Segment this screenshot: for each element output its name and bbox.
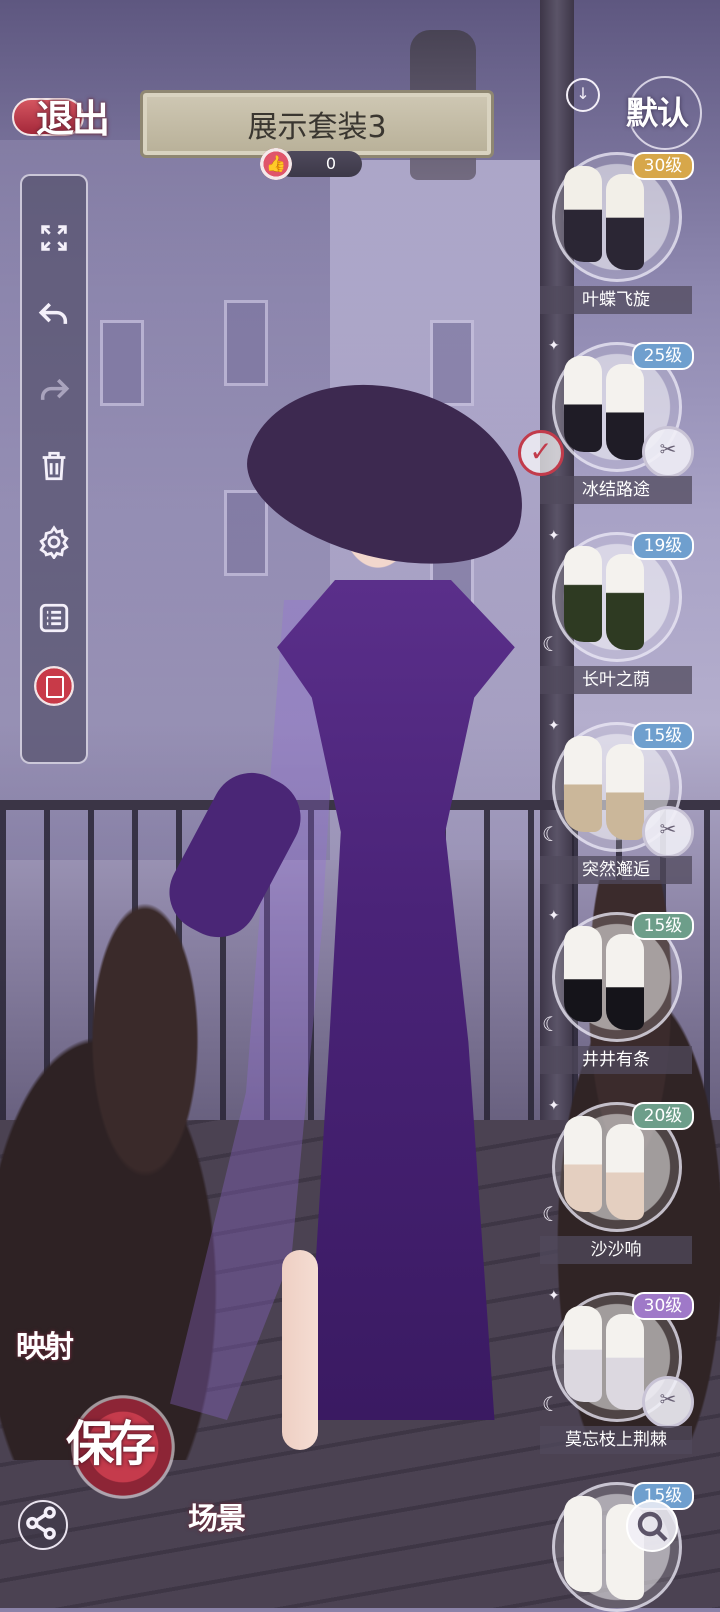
sewing-machine-icon[interactable]: ✂ bbox=[642, 1376, 694, 1428]
window bbox=[430, 320, 474, 406]
shoe-icon bbox=[606, 364, 644, 460]
trash-icon[interactable] bbox=[32, 444, 76, 488]
shoe-item[interactable]: ✦ ☾ 30级 ✂ 莫忘枝上荆棘 bbox=[540, 1288, 720, 1468]
item-name: 叶蝶飞旋 bbox=[540, 286, 692, 314]
collapse-arrow-icon[interactable]: ↓ bbox=[566, 78, 600, 112]
shoe-icon bbox=[564, 1306, 602, 1402]
item-name: 沙沙响 bbox=[540, 1236, 692, 1264]
sewing-machine-icon[interactable]: ✂ bbox=[642, 426, 694, 478]
default-button[interactable]: 默认 bbox=[616, 76, 720, 150]
sparkle-icon: ✦ bbox=[548, 908, 560, 924]
gear-icon[interactable] bbox=[32, 520, 76, 564]
level-badge: 15级 bbox=[632, 912, 694, 940]
shoe-icon bbox=[606, 174, 644, 270]
sparkle-icon: ✦ bbox=[548, 1288, 560, 1304]
save-label: 保存 bbox=[66, 1416, 156, 1472]
shoe-icon bbox=[564, 1496, 602, 1592]
level-badge: 30级 bbox=[632, 1292, 694, 1320]
item-name: 冰结路途 bbox=[540, 476, 692, 504]
shoe-icon bbox=[564, 546, 602, 642]
record-icon[interactable] bbox=[34, 666, 74, 706]
moon-icon: ☾ bbox=[542, 1202, 560, 1226]
moon-icon: ☾ bbox=[542, 1012, 560, 1036]
shoe-icon bbox=[564, 926, 602, 1022]
item-name: 莫忘枝上荆棘 bbox=[540, 1426, 692, 1454]
level-badge: 25级 bbox=[632, 342, 694, 370]
sparkle-icon: ✦ bbox=[548, 1098, 560, 1114]
shoe-item[interactable]: ✦ 25级 ✂ 冰结路途 bbox=[540, 338, 720, 518]
exit-button[interactable]: 退出 bbox=[8, 88, 120, 141]
level-badge: 19级 bbox=[632, 532, 694, 560]
share-button[interactable] bbox=[18, 1500, 68, 1550]
shoe-item[interactable]: ✦ ☾ 15级 ✂ 突然邂逅 bbox=[540, 718, 720, 898]
shoe-icon bbox=[606, 934, 644, 1030]
shoe-icon bbox=[564, 1116, 602, 1212]
moon-icon: ☾ bbox=[542, 1392, 560, 1416]
shoe-icon bbox=[606, 554, 644, 650]
shoe-item[interactable]: ✦ ☾ 20级 沙沙响 bbox=[540, 1098, 720, 1278]
window bbox=[224, 300, 268, 386]
default-label: 默认 bbox=[626, 94, 689, 132]
item-name: 井井有条 bbox=[540, 1046, 692, 1074]
scene-button[interactable]: 场景 bbox=[188, 1494, 246, 1538]
save-button[interactable]: 保存 bbox=[60, 1380, 190, 1510]
selected-check-icon: ✓ bbox=[518, 430, 564, 476]
sparkle-icon: ✦ bbox=[548, 718, 560, 734]
shoe-icon bbox=[564, 356, 602, 452]
edit-toolbar bbox=[20, 174, 88, 764]
shoe-icon bbox=[564, 166, 602, 262]
item-name: 突然邂逅 bbox=[540, 856, 692, 884]
window bbox=[224, 490, 268, 576]
shoe-icon bbox=[564, 736, 602, 832]
character-leg bbox=[282, 1250, 318, 1450]
window bbox=[100, 320, 144, 406]
search-icon bbox=[637, 1511, 668, 1542]
sparkle-icon: ✦ bbox=[548, 338, 560, 354]
shoe-item[interactable]: 30级 叶蝶飞旋 bbox=[540, 148, 720, 328]
thumbs-up-icon: 👍 bbox=[260, 148, 292, 180]
like-counter[interactable]: 0 👍 bbox=[260, 148, 364, 180]
undo-icon[interactable] bbox=[32, 292, 76, 336]
share-icon bbox=[26, 1506, 56, 1540]
fullscreen-icon[interactable] bbox=[32, 216, 76, 260]
level-badge: 20级 bbox=[632, 1102, 694, 1130]
moon-icon: ☾ bbox=[542, 632, 560, 656]
search-button[interactable] bbox=[626, 1500, 678, 1552]
like-count: 0 bbox=[325, 154, 337, 173]
exit-label: 退出 bbox=[36, 96, 110, 141]
shoe-icon bbox=[606, 1314, 644, 1410]
level-badge: 30级 bbox=[632, 152, 694, 180]
map-button[interactable]: 映射 bbox=[16, 1322, 74, 1366]
shoe-item[interactable]: ✦ ☾ 19级 长叶之荫 bbox=[540, 528, 720, 708]
level-badge: 15级 bbox=[632, 722, 694, 750]
list-icon[interactable] bbox=[32, 596, 76, 640]
shoe-icon bbox=[606, 1124, 644, 1220]
shoe-icon bbox=[606, 744, 644, 840]
moon-icon: ☾ bbox=[542, 822, 560, 846]
redo-icon[interactable] bbox=[32, 368, 76, 412]
item-name: 长叶之荫 bbox=[540, 666, 692, 694]
sewing-machine-icon[interactable]: ✂ bbox=[642, 806, 694, 858]
sparkle-icon: ✦ bbox=[548, 528, 560, 544]
shoe-item[interactable]: ✦ ☾ 15级 井井有条 bbox=[540, 908, 720, 1088]
outfit-title: 展示套装3 bbox=[247, 110, 387, 145]
